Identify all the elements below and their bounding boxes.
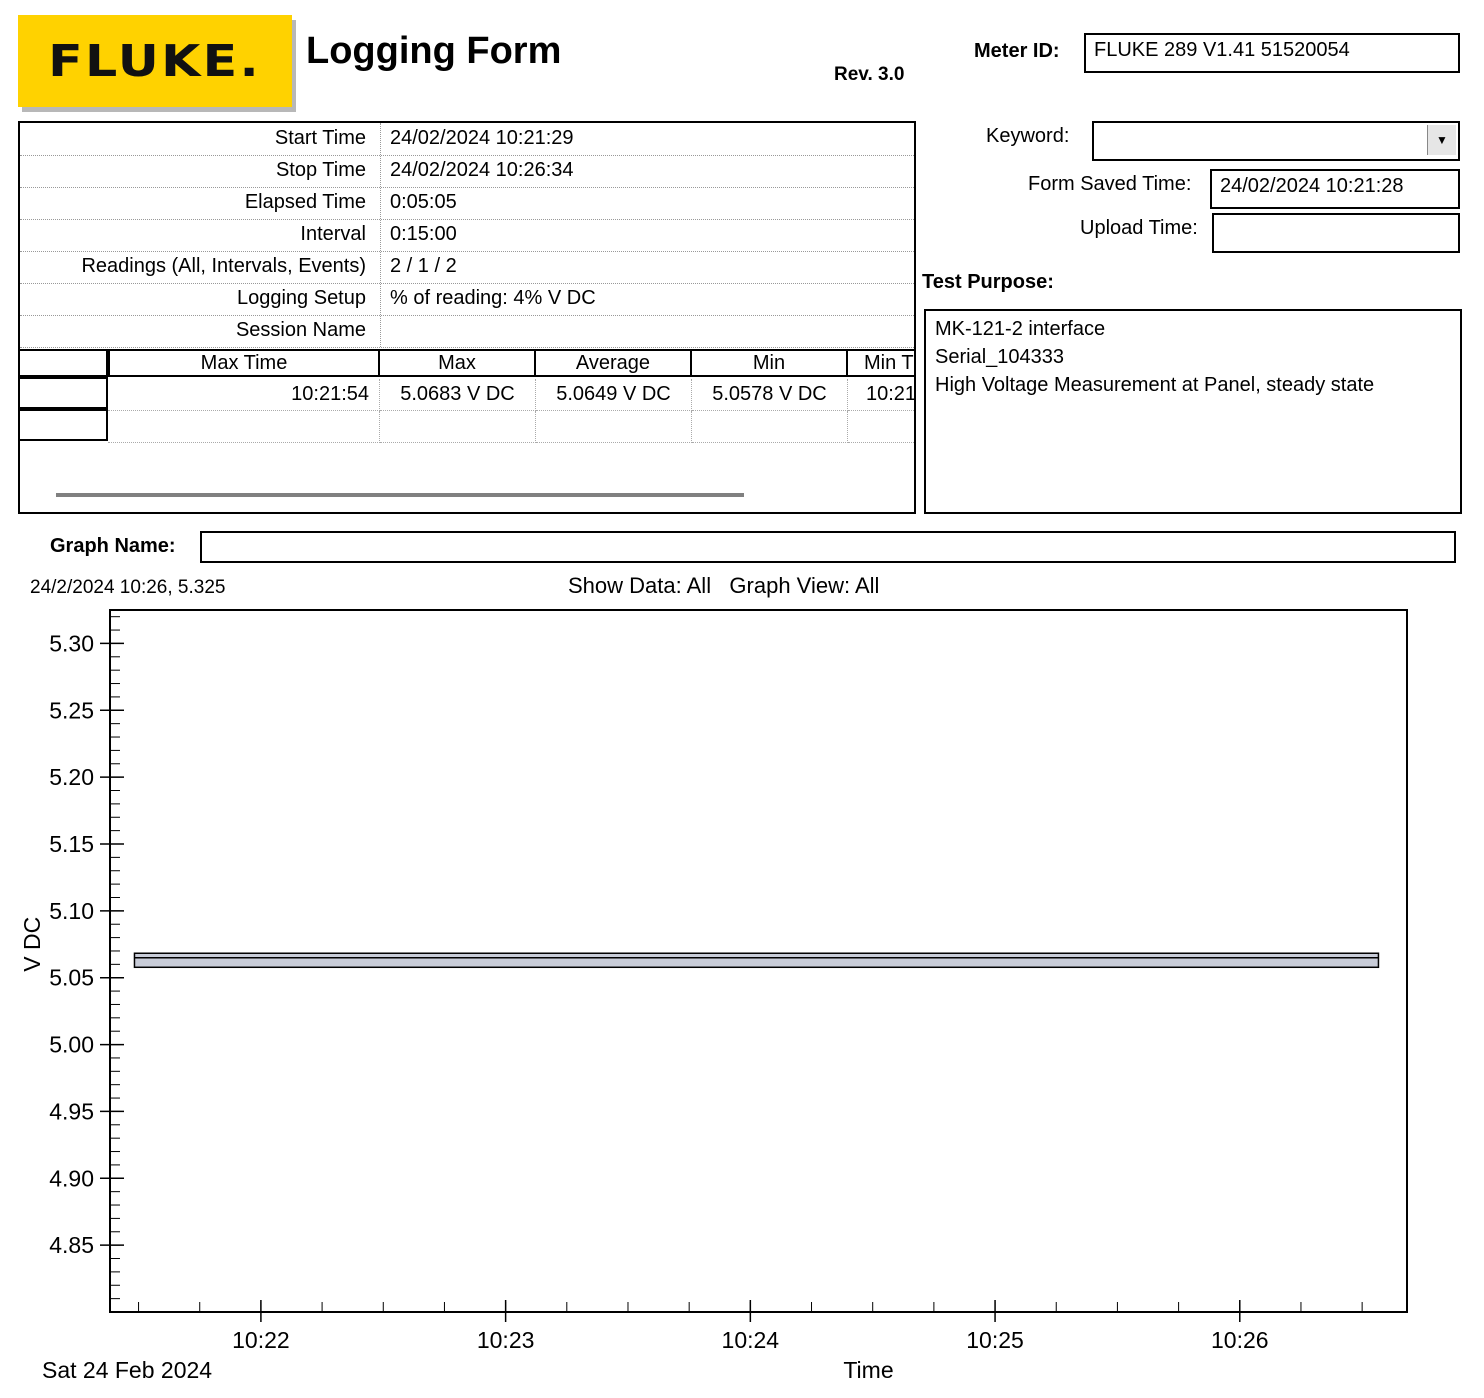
y-tick-label: 5.30	[49, 630, 94, 656]
col-header-max-time[interactable]: Max Time	[108, 349, 380, 377]
revision-label: Rev. 3.0	[834, 64, 905, 85]
y-tick-label: 4.90	[49, 1165, 94, 1191]
info-value: % of reading: 4% V DC	[390, 287, 596, 309]
cell-empty	[692, 411, 848, 443]
col-header-min[interactable]: Min	[690, 349, 848, 377]
info-key: Start Time	[274, 127, 366, 149]
info-key: Logging Setup	[236, 287, 366, 309]
col-header-max[interactable]: Max	[378, 349, 536, 377]
y-tick-label: 5.10	[49, 898, 94, 924]
y-tick-label: 4.95	[49, 1098, 94, 1124]
y-tick-label: 5.25	[49, 697, 94, 723]
cell-empty	[848, 411, 914, 443]
test-purpose-field[interactable]: MK-121-2 interface Serial_104333 High Vo…	[924, 309, 1462, 514]
info-row-elapsed-time: Elapsed Time 0:05:05	[20, 187, 914, 220]
info-row-interval: Interval 0:15:00	[20, 219, 914, 252]
fluke-logo: FLUKE.	[18, 15, 292, 107]
info-value: 24/02/2024 10:21:29	[390, 127, 574, 149]
chart-date-label: Sat 24 Feb 2024	[42, 1357, 213, 1383]
test-purpose-line: MK-121-2 interface	[935, 318, 1106, 340]
graph-name-label: Graph Name:	[50, 535, 176, 557]
column-divider	[380, 123, 381, 347]
x-tick-label: 10:26	[1211, 1327, 1269, 1353]
col-header-min-time[interactable]: Min T	[846, 349, 914, 377]
test-purpose-line: High Voltage Measurement at Panel, stead…	[935, 374, 1375, 396]
info-key: Elapsed Time	[244, 191, 366, 213]
row-header-cell	[20, 349, 108, 377]
y-tick-label: 5.20	[49, 764, 94, 790]
info-row-session-name: Session Name	[20, 315, 914, 348]
min-max-band	[133, 952, 1380, 969]
info-key: Interval	[300, 223, 366, 245]
graph-name-field[interactable]	[200, 531, 1456, 563]
y-tick-label: 5.15	[49, 831, 94, 857]
x-axis-label: Time	[843, 1357, 893, 1383]
cell-max: 5.0683 V DC	[380, 379, 536, 411]
info-value: 0:15:00	[390, 223, 457, 245]
page-title: Logging Form	[306, 30, 562, 72]
info-row-readings: Readings (All, Intervals, Events) 2 / 1 …	[20, 251, 914, 284]
info-value: 2 / 1 / 2	[390, 255, 457, 277]
horizontal-scrollbar[interactable]	[56, 493, 744, 497]
test-purpose-label: Test Purpose:	[922, 271, 1054, 293]
row-header[interactable]	[20, 409, 108, 441]
y-tick-label: 4.85	[49, 1232, 94, 1258]
info-key: Stop Time	[275, 159, 366, 181]
info-row-start-time: Start Time 24/02/2024 10:21:29	[20, 123, 914, 156]
info-row-stop-time: Stop Time 24/02/2024 10:26:34	[20, 155, 914, 188]
cell-average: 5.0649 V DC	[536, 379, 692, 411]
col-header-average[interactable]: Average	[534, 349, 692, 377]
chevron-down-icon[interactable]: ▼	[1427, 125, 1456, 155]
y-tick-label: 5.05	[49, 965, 94, 991]
cell-max-time: 10:21:54	[108, 379, 380, 411]
cell-min-time: 10:21	[848, 379, 914, 411]
keyword-dropdown[interactable]: ▼	[1092, 121, 1460, 161]
meter-id-field[interactable]: FLUKE 289 V1.41 51520054	[1084, 33, 1460, 73]
y-tick-label: 5.00	[49, 1032, 94, 1058]
cell-min: 5.0578 V DC	[692, 379, 848, 411]
cell-empty	[108, 411, 380, 443]
x-tick-label: 10:22	[232, 1327, 290, 1353]
x-tick-label: 10:24	[722, 1327, 780, 1353]
row-header[interactable]	[20, 377, 108, 409]
upload-time-field[interactable]	[1212, 213, 1460, 253]
form-saved-field[interactable]: 24/02/2024 10:21:28	[1210, 169, 1460, 209]
info-value: 24/02/2024 10:26:34	[390, 159, 574, 181]
voltage-chart[interactable]: 5.30 5.25 5.20 5.15 5.10 5.05 5.00 4.95 4.90 4.85…	[0, 560, 1484, 1398]
test-purpose-line: Serial_104333	[935, 346, 1064, 368]
y-axis-label: V DC	[19, 917, 45, 972]
info-row-logging-setup: Logging Setup % of reading: 4% V DC	[20, 283, 914, 316]
meter-id-label: Meter ID:	[974, 40, 1060, 62]
cell-empty	[536, 411, 692, 443]
upload-time-label: Upload Time:	[1080, 217, 1198, 239]
info-panel: Start Time 24/02/2024 10:21:29 Stop Time…	[18, 121, 916, 514]
info-key: Readings (All, Intervals, Events)	[81, 255, 366, 277]
cell-empty	[380, 411, 536, 443]
info-value: 0:05:05	[390, 191, 457, 213]
x-tick-label: 10:25	[966, 1327, 1024, 1353]
info-key: Session Name	[235, 319, 366, 341]
x-tick-label: 10:23	[477, 1327, 535, 1353]
keyword-label: Keyword:	[986, 125, 1070, 147]
form-saved-label: Form Saved Time:	[1028, 173, 1192, 195]
